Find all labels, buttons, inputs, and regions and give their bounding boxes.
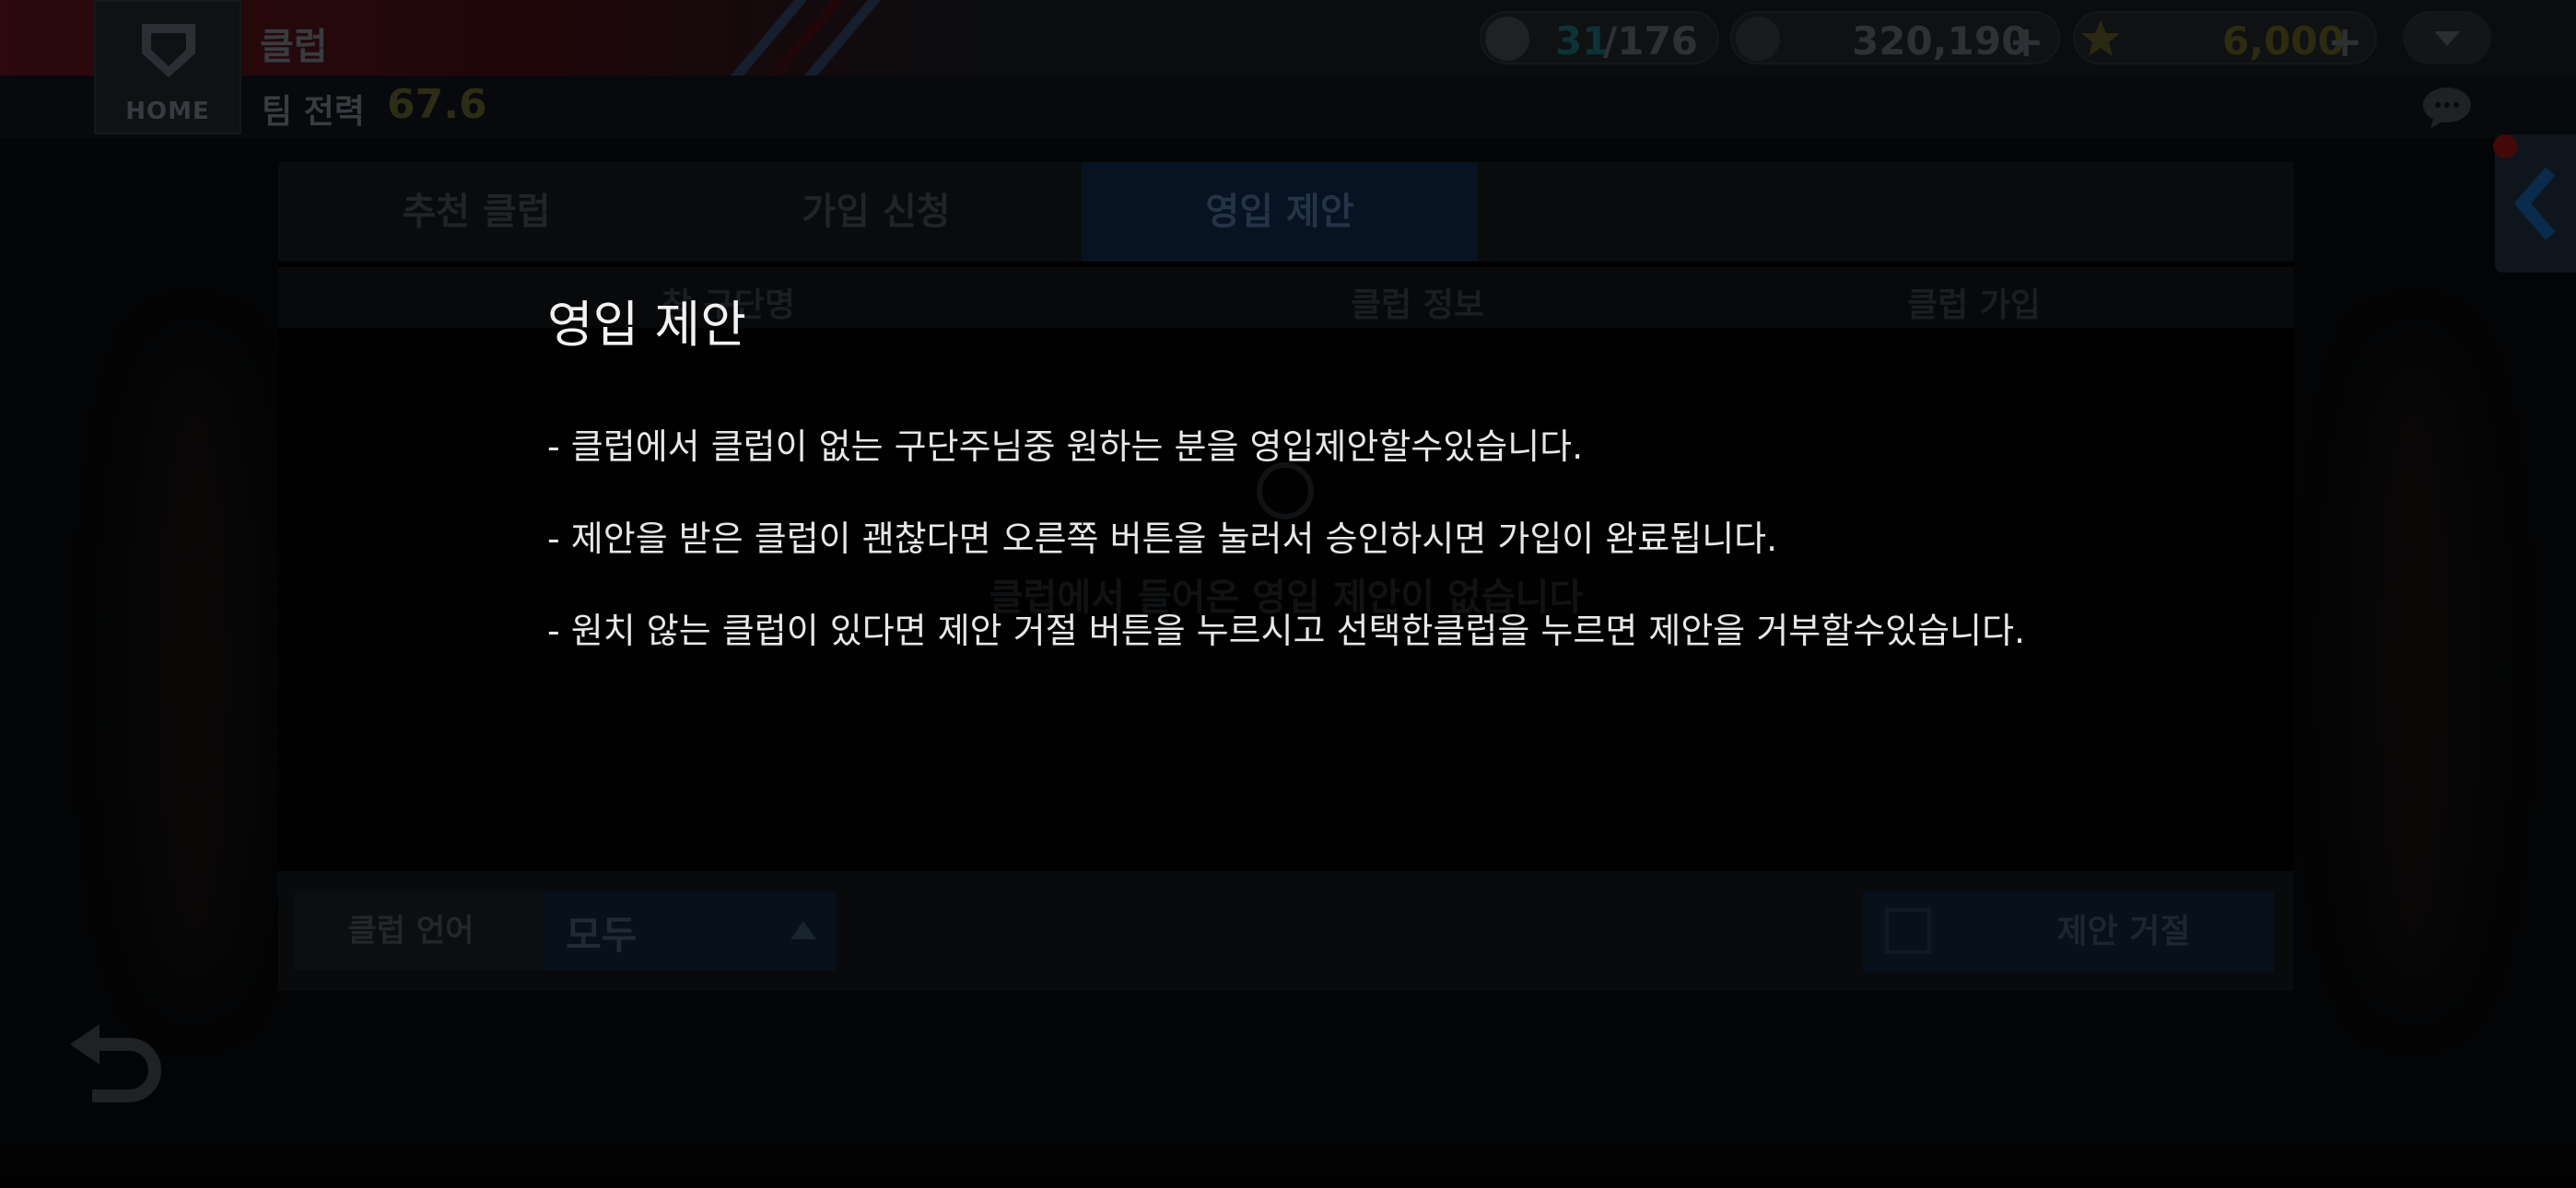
help-line-1: - 클럽에서 클럽이 없는 구단주님중 원하는 분을 영입제안할수있습니다. [547, 426, 1584, 467]
help-line-3: - 원치 않는 클럽이 있다면 제안 거절 버튼을 누르시고 선택한클럽을 누르… [547, 611, 2026, 651]
help-title: 영입 제안 [547, 296, 746, 354]
help-line-2: - 제안을 받은 클럽이 괜찮다면 오른쪽 버튼을 눌러서 승인하시면 가입이 … [547, 518, 1778, 559]
help-overlay: 영입 제안 - 클럽에서 클럽이 없는 구단주님중 원하는 분을 영입제안할수있… [0, 0, 2576, 1188]
